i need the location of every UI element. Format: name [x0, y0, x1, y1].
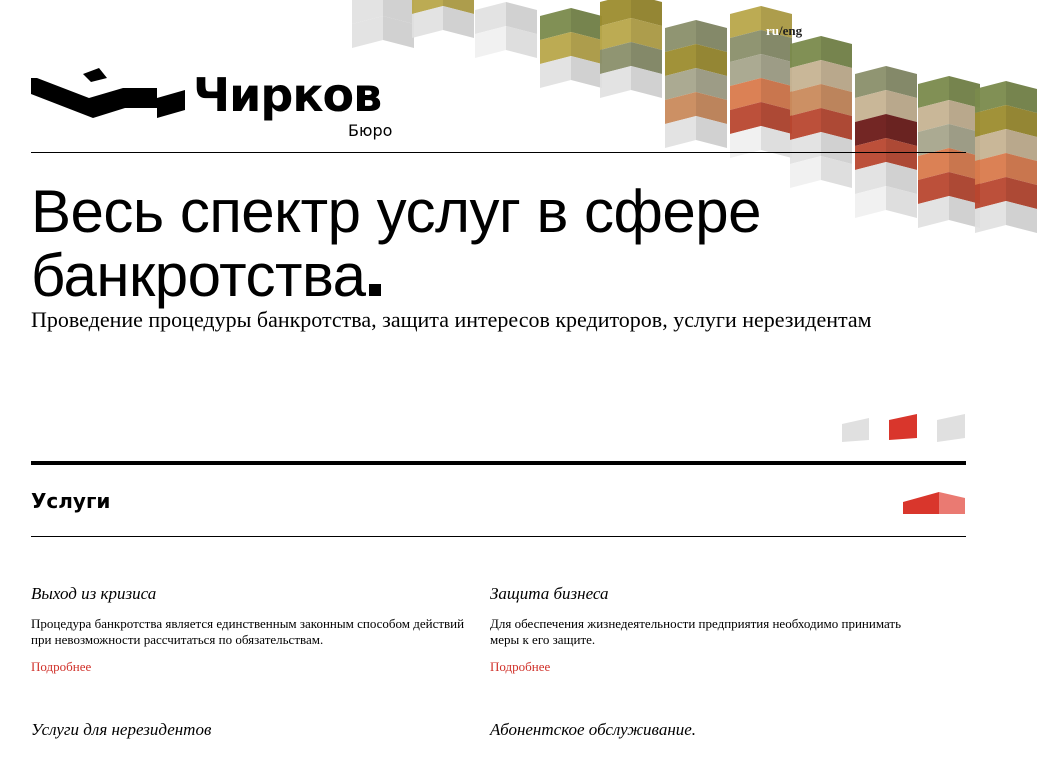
- services-icon-face: [903, 492, 939, 514]
- service-title[interactable]: Услуги для нерезидентов: [31, 720, 471, 740]
- service-card-protection: Защита бизнеса Для обеспечения жизнедеят…: [490, 584, 930, 676]
- service-description: Для обеспечения жизнедеятельности предпр…: [490, 616, 902, 647]
- hero-title-text: Весь спектр услуг в сфере банкротства: [31, 178, 762, 309]
- service-title[interactable]: Выход из кризиса: [31, 584, 471, 604]
- service-title[interactable]: Абонентское обслуживание.: [490, 720, 930, 740]
- slider-dot-3[interactable]: [937, 414, 965, 442]
- service-card-subscription: Абонентское обслуживание.: [490, 720, 930, 740]
- services-heading: Услуги: [31, 489, 111, 513]
- service-card-nonresidents: Услуги для нерезидентов: [31, 720, 471, 740]
- slider-dot-2[interactable]: [889, 414, 917, 440]
- language-switcher: ru/eng: [766, 23, 802, 39]
- slider-dot-1[interactable]: [842, 418, 869, 442]
- lang-ru-link[interactable]: ru: [766, 23, 779, 38]
- lang-eng-link[interactable]: eng: [783, 23, 803, 38]
- service-title[interactable]: Защита бизнеса: [490, 584, 930, 604]
- services-icon-side: [939, 492, 965, 514]
- slider-indicator: [842, 414, 965, 442]
- title-square-icon: [368, 284, 381, 296]
- services-divider: [31, 536, 966, 537]
- services-icon: [903, 492, 965, 514]
- service-description: Процедура банкротства является единствен…: [31, 616, 465, 647]
- logo-shape: [31, 78, 185, 118]
- header-divider: [31, 152, 966, 153]
- more-link[interactable]: Подробнее: [490, 659, 550, 675]
- more-link[interactable]: Подробнее: [31, 659, 91, 675]
- service-card-crisis: Выход из кризиса Процедура банкротства я…: [31, 584, 471, 676]
- hero-subtitle: Проведение процедуры банкротства, защита…: [31, 307, 872, 332]
- hero-title: Весь спектр услуг в сфере банкротства: [31, 180, 911, 308]
- section-divider: [31, 461, 966, 465]
- logo-name[interactable]: Чирков: [193, 72, 382, 118]
- logo-wedge: [83, 68, 107, 82]
- logo-subtitle: Бюро: [348, 121, 393, 140]
